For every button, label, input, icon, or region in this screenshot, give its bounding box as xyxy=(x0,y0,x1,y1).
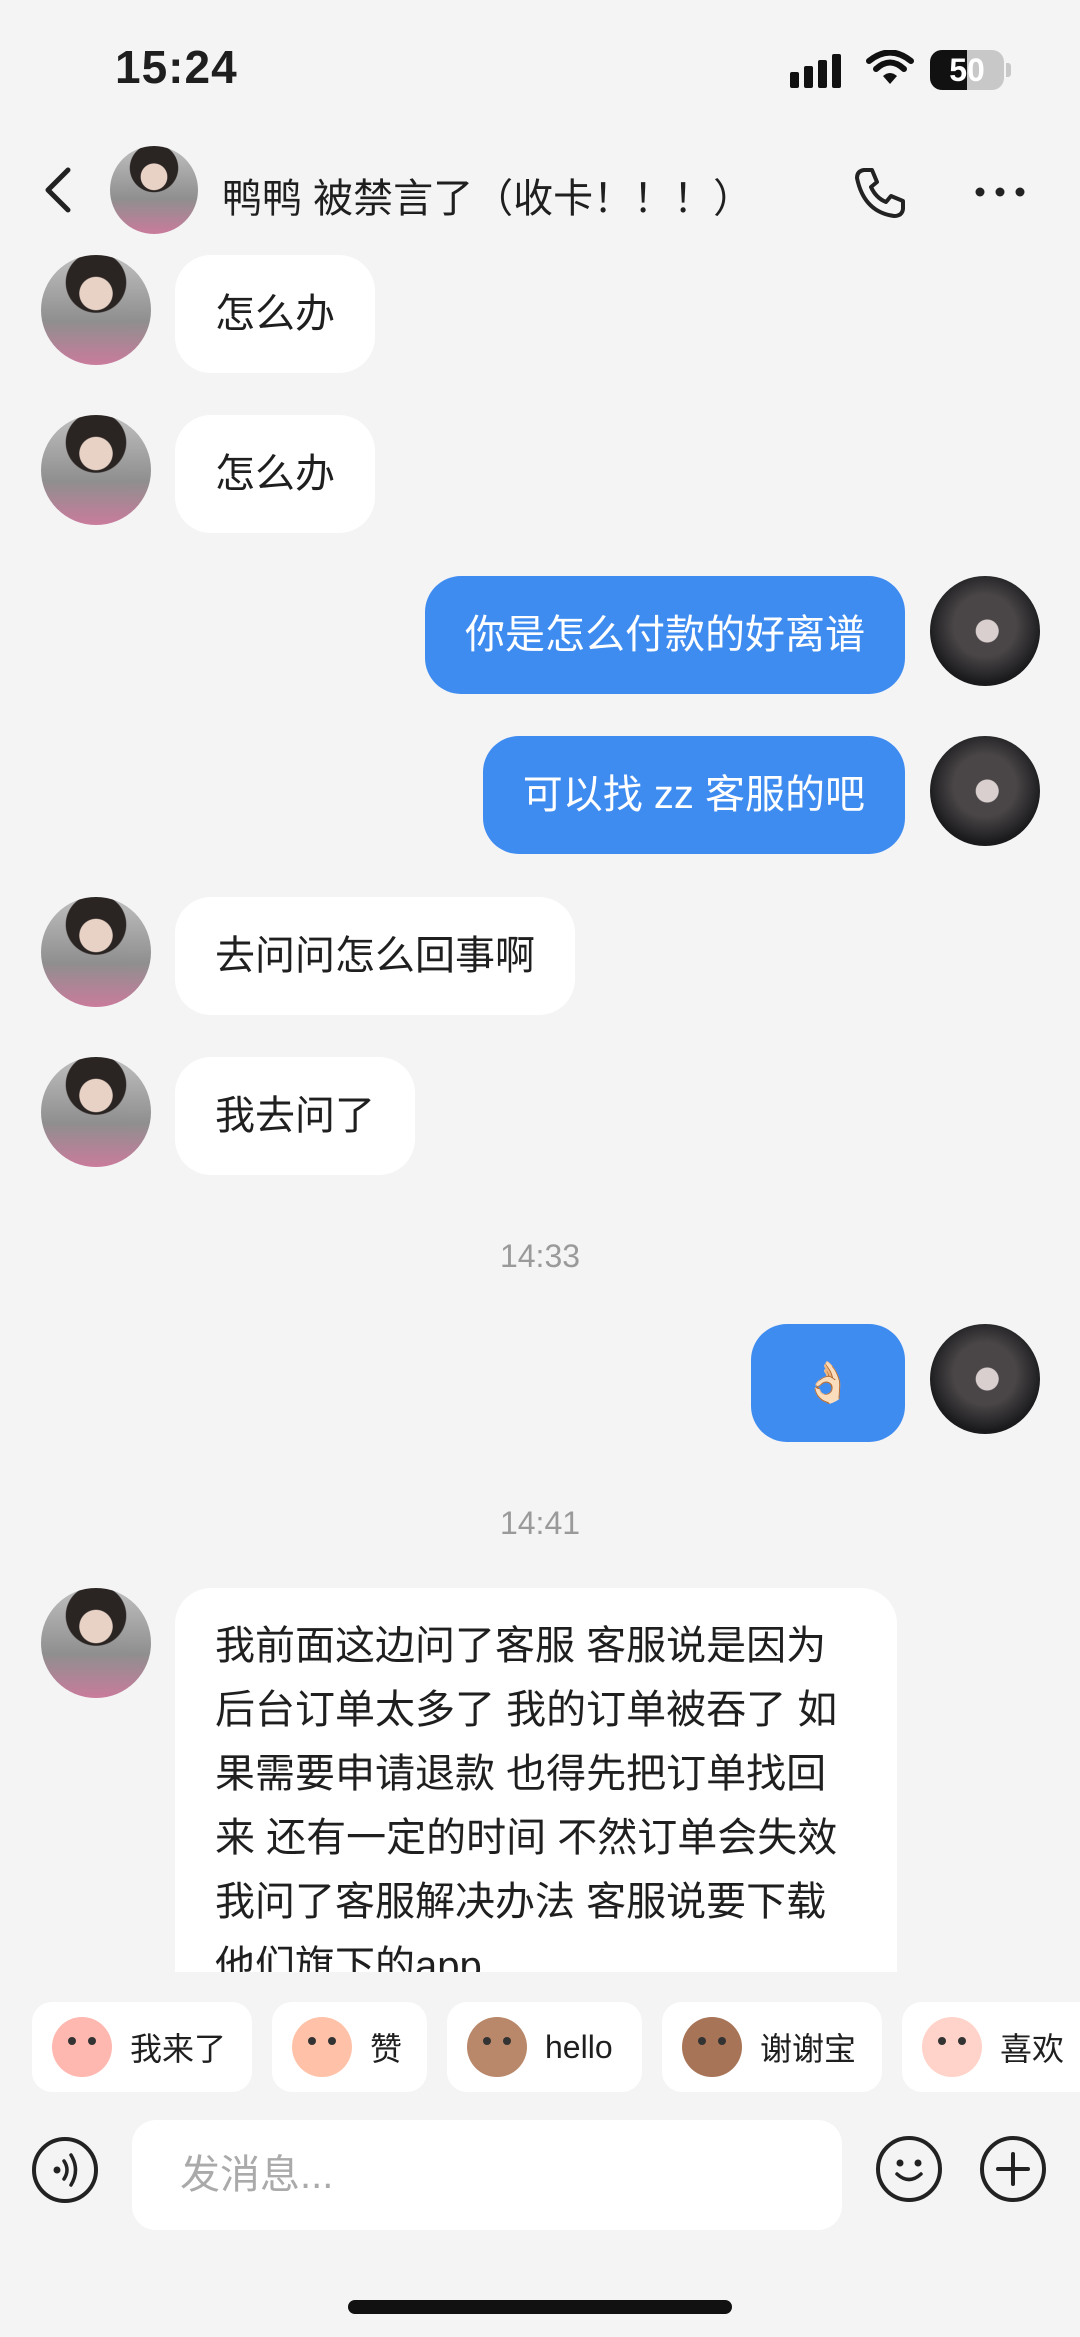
quick-reply-label: 喜欢 xyxy=(1000,2031,1065,2067)
contact-avatar[interactable] xyxy=(41,255,151,365)
quick-reply-label: hello xyxy=(545,2028,613,2065)
wifi-icon xyxy=(866,50,914,84)
message-bubble-incoming[interactable]: 怎么办 xyxy=(175,255,375,373)
quick-reply-chip[interactable]: 我来了 xyxy=(32,2002,252,2092)
quick-reply-chip[interactable]: hello xyxy=(447,2002,642,2092)
monkey-sticker-icon xyxy=(467,2017,527,2077)
status-bar: 15:24 50 xyxy=(0,0,1080,140)
voice-input-icon[interactable] xyxy=(32,2137,98,2203)
quick-reply-chip[interactable]: 谢谢宝 xyxy=(662,2002,882,2092)
home-indicator[interactable] xyxy=(348,2300,732,2314)
contact-avatar[interactable] xyxy=(41,1057,151,1167)
message-bubble-incoming[interactable]: 我前面这边问了客服 客服说是因为后台订单太多了 我的订单被吞了 如果需要申请退款… xyxy=(175,1588,897,2008)
battery-icon: 50 xyxy=(930,50,1004,90)
message-bubble-outgoing[interactable]: 可以找 zz 客服的吧 xyxy=(482,736,905,854)
add-attachment-icon[interactable] xyxy=(980,2136,1046,2202)
quick-reply-chip[interactable]: 喜欢 xyxy=(902,2002,1080,2092)
quick-reply-chip[interactable]: 赞 xyxy=(272,2002,427,2092)
back-arrow-icon[interactable] xyxy=(30,160,90,220)
message-bubble-incoming[interactable]: 去问问怎么回事啊 xyxy=(175,897,575,1015)
message-bubble-incoming[interactable]: 怎么办 xyxy=(175,415,375,533)
contact-avatar[interactable] xyxy=(41,1588,151,1698)
my-avatar[interactable] xyxy=(930,1324,1040,1434)
monkey-sticker-icon xyxy=(682,2017,742,2077)
quick-reply-label: 我来了 xyxy=(130,2031,227,2067)
message-timestamp: 14:33 xyxy=(499,1238,581,1274)
message-timestamp: 14:41 xyxy=(499,1505,581,1541)
composer-area: 我来了 赞 hello 谢谢宝 喜欢 发消息... xyxy=(0,1972,1080,2337)
battery-level: 50 xyxy=(949,52,985,88)
sticker-icon xyxy=(292,2017,352,2077)
phone-call-icon[interactable] xyxy=(850,162,910,222)
status-time: 15:24 xyxy=(115,41,238,93)
emoji-icon[interactable] xyxy=(876,2136,942,2202)
chat-title[interactable]: 鸭鸭 被禁言了（收卡！！！） xyxy=(222,166,753,224)
sticker-icon xyxy=(52,2017,112,2077)
message-input[interactable]: 发消息... xyxy=(132,2120,842,2230)
sticker-icon xyxy=(922,2017,982,2077)
message-bubble-incoming[interactable]: 我去问了 xyxy=(175,1057,415,1175)
header-avatar[interactable] xyxy=(110,146,198,234)
message-bubble-outgoing[interactable]: 👌🏻 xyxy=(751,1324,905,1442)
contact-avatar[interactable] xyxy=(41,415,151,525)
contact-avatar[interactable] xyxy=(41,897,151,1007)
quick-reply-label: 谢谢宝 xyxy=(760,2031,857,2067)
my-avatar[interactable] xyxy=(930,736,1040,846)
message-bubble-outgoing[interactable]: 你是怎么付款的好离谱 xyxy=(425,576,905,694)
my-avatar[interactable] xyxy=(930,576,1040,686)
more-options-icon[interactable] xyxy=(970,162,1030,222)
quick-reply-label: 赞 xyxy=(370,2031,403,2067)
chat-header: 鸭鸭 被禁言了（收卡！！！） xyxy=(0,140,1080,240)
